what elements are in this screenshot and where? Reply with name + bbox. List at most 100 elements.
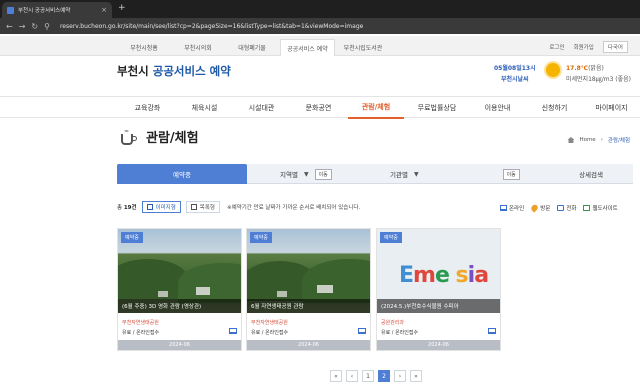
result-count-value: 19건 bbox=[123, 205, 137, 211]
card-date: 2024-06 bbox=[377, 340, 500, 350]
breadcrumb-separator: › bbox=[600, 137, 603, 143]
pagination: « ‹ 1 2 › » bbox=[330, 370, 422, 382]
next-page-button[interactable]: › bbox=[394, 370, 406, 382]
nav-public-reservation[interactable]: 공공서비스 예약 bbox=[280, 39, 335, 56]
home-icon[interactable] bbox=[567, 137, 575, 143]
card-place: 부천자연생태공원 bbox=[251, 320, 288, 326]
card-image-logotype: Eme sia bbox=[399, 263, 489, 288]
breadcrumb: Home › 관람/체험 bbox=[567, 136, 630, 144]
card-date: 2024-06 bbox=[247, 340, 370, 350]
menu-education[interactable]: 교육강좌 bbox=[120, 97, 175, 119]
back-arrow-icon[interactable]: ← bbox=[6, 22, 13, 31]
nav-bucheon-home[interactable]: 부천시청홈 bbox=[118, 40, 170, 54]
legend-website: 웹도사이트 bbox=[583, 204, 618, 212]
site-favicon-icon bbox=[7, 6, 14, 14]
card-place: 부천자연생태공원 bbox=[122, 320, 159, 326]
card-fee: 유료 / 온라인접수 bbox=[381, 330, 419, 336]
program-card[interactable]: 예약중 (6월 주중) 3D 영화 관람 (영상관) 부천자연생태공원 유료 /… bbox=[117, 228, 242, 351]
result-count: 총 19건 bbox=[117, 203, 137, 211]
url-text[interactable]: reserv.bucheon.go.kr/site/main/see/list?… bbox=[60, 23, 363, 30]
main-menu: 교육강좌 체육시설 시설대관 문화공연 관람/체험 무료법률상담 이용안내 신청… bbox=[0, 96, 640, 119]
breadcrumb-home[interactable]: Home bbox=[579, 137, 595, 143]
reload-icon[interactable]: ↻ bbox=[31, 22, 38, 31]
status-badge: 예약중 bbox=[380, 232, 402, 243]
card-fee: 유료 / 온라인접수 bbox=[122, 330, 160, 336]
status-badge: 예약중 bbox=[121, 232, 143, 243]
signup-link[interactable]: 회원가입 bbox=[574, 43, 594, 51]
phone-icon bbox=[557, 205, 565, 211]
legend-phone: 전화 bbox=[557, 204, 576, 212]
last-page-button[interactable]: » bbox=[410, 370, 422, 382]
browser-tab[interactable]: 부천시 공공서비스예약 × bbox=[2, 2, 112, 18]
nav-bulky-waste[interactable]: 대형폐기물 bbox=[226, 40, 278, 54]
list-view-label: 목록형 bbox=[199, 205, 215, 211]
forward-arrow-icon[interactable]: → bbox=[19, 22, 26, 31]
laptop-icon bbox=[488, 328, 496, 334]
close-tab-icon[interactable]: × bbox=[101, 6, 107, 14]
org-select-label: 기관별 bbox=[390, 171, 408, 179]
card-title[interactable]: (2024.5.)부천호수식물원 수피아 bbox=[377, 299, 500, 313]
menu-sports[interactable]: 체육시설 bbox=[177, 97, 232, 119]
card-title[interactable]: 6월 자연생태공원 관람 bbox=[247, 299, 370, 313]
nav-library[interactable]: 부천시립도서관 bbox=[337, 40, 389, 54]
weather-date-text: 05월08일13시 bbox=[494, 65, 536, 72]
program-card[interactable]: 예약중 6월 자연생태공원 관람 부천자연생태공원 유료 / 온라인접수 202… bbox=[246, 228, 371, 351]
page-heading: ≈ 관람/체험 bbox=[120, 127, 199, 146]
region-select[interactable]: 지역별 ▼ 이동 bbox=[280, 164, 332, 184]
laptop-icon bbox=[500, 205, 507, 211]
site-header: 부천시 공공서비스 예약 05월08일13시 부천시날씨 17.8℃(맑음) 미… bbox=[0, 57, 640, 97]
login-link[interactable]: 로그인 bbox=[549, 43, 564, 51]
site-logo[interactable]: 부천시 공공서비스 예약 bbox=[117, 63, 231, 79]
menu-guide[interactable]: 이용안내 bbox=[470, 97, 525, 119]
image-view-button[interactable]: 이미지형 bbox=[141, 201, 181, 213]
region-go-button[interactable]: 이동 bbox=[314, 168, 332, 180]
card-place: 공원관리과 bbox=[381, 320, 405, 326]
laptop-icon bbox=[358, 328, 366, 334]
address-bar: ← → ↻ ⚲ reserv.bucheon.go.kr/site/main/s… bbox=[0, 18, 640, 34]
program-card[interactable]: Eme sia 예약중 (2024.5.)부천호수식물원 수피아 공원관리과 유… bbox=[376, 228, 501, 351]
breadcrumb-current[interactable]: 관람/체험 bbox=[608, 136, 630, 144]
menu-legal-consult[interactable]: 무료법률상담 bbox=[406, 97, 468, 119]
logo-prefix: 부천시 bbox=[117, 64, 153, 78]
image-view-label: 이미지형 bbox=[155, 205, 176, 211]
org-go-button[interactable]: 이동 bbox=[502, 168, 520, 180]
laptop-icon bbox=[229, 328, 237, 334]
menu-tour-experience[interactable]: 관람/체험 bbox=[348, 97, 404, 119]
legend-visit-label: 방문 bbox=[540, 206, 551, 212]
dust-text: 미세먼지18㎍/m3 (좋음) bbox=[566, 76, 632, 83]
list-icon bbox=[190, 204, 197, 210]
page-1-button[interactable]: 1 bbox=[362, 370, 374, 382]
card-thumbnail: Eme sia 예약중 (2024.5.)부천호수식물원 수피아 bbox=[377, 229, 500, 313]
advanced-search-button[interactable]: 상세검색 bbox=[579, 164, 603, 184]
page-title: 관람/체험 bbox=[146, 131, 199, 146]
site-info-icon[interactable]: ⚲ bbox=[44, 22, 50, 31]
card-thumbnail: 예약중 6월 자연생태공원 관람 bbox=[247, 229, 370, 313]
first-page-button[interactable]: « bbox=[330, 370, 342, 382]
tab-booking-open[interactable]: 예약중 bbox=[117, 164, 247, 184]
logo-accent: 공공서비스 예약 bbox=[152, 64, 231, 78]
card-title[interactable]: (6월 주중) 3D 영화 관람 (영상관) bbox=[118, 299, 241, 313]
menu-performance[interactable]: 문화공연 bbox=[291, 97, 346, 119]
language-select[interactable]: 다국어 bbox=[602, 41, 628, 53]
menu-mypage[interactable]: 마이페이지 bbox=[584, 97, 639, 119]
weather-datetime: 05월08일13시 부천시날씨 bbox=[494, 63, 536, 83]
legend-online: 온라인 bbox=[500, 204, 524, 212]
prev-page-button[interactable]: ‹ bbox=[346, 370, 358, 382]
page-2-button[interactable]: 2 bbox=[378, 370, 390, 382]
menu-apply[interactable]: 신청하기 bbox=[527, 97, 582, 119]
org-select[interactable]: 기관별 ▼ 이동 bbox=[390, 164, 520, 184]
chevron-down-icon: ▼ bbox=[413, 170, 419, 178]
status-badge: 예약중 bbox=[250, 232, 272, 243]
legend-online-label: 온라인 bbox=[509, 206, 525, 212]
new-tab-button[interactable]: + bbox=[118, 3, 126, 13]
site-top-nav: 부천시청홈 부천시의회 대형폐기물 공공서비스 예약 부천시립도서관 로그인 회… bbox=[0, 36, 640, 56]
browser-tab-bar: 부천시 공공서비스예약 × + bbox=[0, 0, 640, 18]
filter-bar: 예약중 지역별 ▼ 이동 기관별 ▼ 이동 상세검색 bbox=[117, 164, 633, 184]
nav-council[interactable]: 부천시의회 bbox=[172, 40, 224, 54]
legend-phone-label: 전화 bbox=[566, 206, 577, 212]
condition-text: (맑음) bbox=[588, 65, 604, 72]
list-view-button[interactable]: 목록형 bbox=[185, 201, 220, 213]
card-date: 2024-06 bbox=[118, 340, 241, 350]
temperature-text: 17.8℃ bbox=[566, 65, 589, 72]
menu-facility-rental[interactable]: 시설대관 bbox=[234, 97, 289, 119]
